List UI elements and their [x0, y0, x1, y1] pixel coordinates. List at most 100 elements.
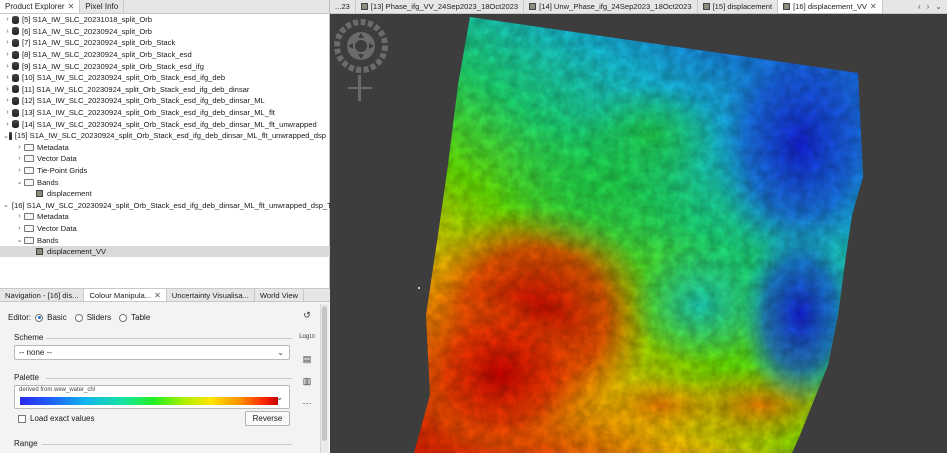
left-tab-1[interactable]: Pixel Info — [80, 0, 125, 13]
chevron-right-icon[interactable]: › — [15, 167, 24, 174]
close-icon[interactable]: ✕ — [154, 291, 161, 300]
panel-scrollbar[interactable] — [320, 304, 328, 453]
tree-node-label: Vector Data — [37, 154, 77, 164]
image-view-icon — [360, 3, 368, 10]
chevron-right-icon[interactable]: › — [3, 109, 12, 116]
tree-node-label: displacement — [47, 189, 92, 199]
image-tab-3[interactable]: [15] displacement — [698, 0, 779, 13]
chevron-right-icon[interactable]: › — [3, 16, 12, 23]
tree-node[interactable]: › [9] S1A_IW_SLC_20230924_split_Orb_Stack… — [0, 60, 330, 72]
tree-node-label: displacement_VV — [47, 247, 107, 257]
table-radio[interactable] — [119, 313, 128, 322]
tree-node-label: [11] S1A_IW_SLC_20230924_split_Orb_Stack… — [22, 84, 250, 94]
tree-node-label: [9] S1A_IW_SLC_20230924_split_Orb_Stack_… — [22, 61, 204, 71]
chevron-right-icon[interactable]: › — [3, 121, 12, 128]
scrollbar-thumb[interactable] — [322, 306, 327, 441]
tool-tab-3[interactable]: World View — [255, 289, 305, 301]
chevron-right-icon[interactable]: › — [3, 74, 12, 81]
close-icon[interactable]: ✕ — [870, 2, 877, 11]
sliders-radio[interactable] — [74, 313, 83, 322]
scheme-group-title: Scheme — [14, 333, 44, 342]
chevron-right-icon[interactable]: › — [3, 51, 12, 58]
tree-node[interactable]: › [5] S1A_IW_SLC_20231018_split_Orb — [0, 14, 330, 26]
chevron-right-icon[interactable]: › — [15, 155, 24, 162]
load-exact-checkbox[interactable] — [18, 414, 26, 423]
chevron-right-icon[interactable]: › — [15, 225, 24, 232]
chevron-left-icon[interactable]: ‹ — [918, 2, 921, 11]
basic-radio[interactable] — [35, 313, 44, 322]
tree-node[interactable]: › [14] S1A_IW_SLC_20230924_split_Orb_Stac… — [0, 118, 330, 130]
tree-node[interactable]: › Vector Data — [0, 223, 330, 235]
sliders-label: Sliders — [86, 313, 112, 322]
chevron-right-icon[interactable]: › — [15, 213, 24, 220]
tree-node-label: Bands — [37, 177, 59, 187]
tree-node[interactable]: displacement_VV — [0, 245, 330, 258]
load-exact-label: Load exact values — [30, 414, 95, 423]
import-icon[interactable]: ▤ — [300, 352, 314, 366]
image-tab-label: [13] Phase_ifg_VV_24Sep2023_18Oct2023 — [370, 2, 519, 11]
tool-window-tabbar: Navigation - [16] dis... Colour Manipula.… — [0, 288, 330, 302]
tree-node-label: Metadata — [37, 142, 69, 152]
tool-tab-1[interactable]: Colour Manipula... ✕ — [84, 289, 167, 301]
chevron-down-icon: ⌄ — [276, 393, 283, 402]
chevron-right-icon[interactable]: › — [3, 63, 12, 70]
tree-node[interactable]: › [10] S1A_IW_SLC_20230924_split_Orb_Stac… — [0, 72, 330, 84]
tree-node[interactable]: ⌄ [15] S1A_IW_SLC_20230924_split_Orb_Stac… — [0, 130, 330, 142]
reverse-button[interactable]: Reverse — [245, 411, 290, 426]
tree-node-label: [14] S1A_IW_SLC_20230924_split_Orb_Stack… — [22, 119, 317, 129]
image-tab-2[interactable]: [14] Unw_Phase_ifg_24Sep2023_18Oct2023 — [524, 0, 698, 13]
chevron-down-icon[interactable]: ⌄ — [3, 132, 9, 140]
tool-tab-0[interactable]: Navigation - [16] dis... — [0, 289, 85, 301]
image-canvas[interactable] — [330, 15, 947, 453]
folder-icon — [24, 143, 34, 151]
folder-icon — [24, 155, 34, 163]
chevron-right-icon[interactable]: › — [3, 86, 12, 93]
tree-node[interactable]: › [12] S1A_IW_SLC_20230924_split_Orb_Stac… — [0, 95, 330, 107]
table-label: Table — [131, 313, 151, 322]
chevron-right-icon[interactable]: › — [3, 97, 12, 104]
image-view-icon — [529, 3, 537, 10]
tree-node[interactable]: › Vector Data — [0, 153, 330, 165]
chevron-down-icon[interactable]: ⌄ — [15, 178, 24, 186]
chevron-down-icon[interactable]: ⌄ — [3, 201, 9, 209]
scheme-dropdown[interactable]: -- none -- ⌄ — [14, 345, 290, 360]
reset-icon[interactable]: ↺ — [300, 308, 314, 322]
chevron-right-icon[interactable]: › — [3, 39, 12, 46]
chevron-right-icon[interactable]: › — [3, 28, 12, 35]
image-view-icon — [702, 3, 710, 10]
tree-node[interactable]: › [6] S1A_IW_SLC_20230924_split_Orb — [0, 26, 330, 38]
tree-node[interactable]: displacement — [0, 188, 330, 200]
image-tab-0[interactable]: ...23 — [330, 0, 356, 13]
export-icon[interactable]: ▥ — [300, 374, 314, 388]
chevron-right-icon[interactable]: › — [927, 2, 930, 11]
more-icon[interactable]: ⋯ — [300, 396, 314, 410]
palette-dropdown[interactable]: derived from wew_water_chl ⌄ — [14, 385, 290, 409]
tree-node[interactable]: ⌄ Bands — [0, 234, 330, 246]
tree-node[interactable]: › [11] S1A_IW_SLC_20230924_split_Orb_Stac… — [0, 84, 330, 96]
left-tab-0[interactable]: Product Explorer ✕ — [0, 0, 81, 13]
image-tab-4[interactable]: [16] displacement_VV ✕ — [778, 0, 883, 13]
left-panel: Product Explorer ✕ Pixel Info › [5] S1A_IW_… — [0, 0, 330, 453]
tree-node[interactable]: › Tie-Point Grids — [0, 165, 330, 177]
close-icon[interactable]: ✕ — [68, 2, 75, 11]
tree-node[interactable]: › [7] S1A_IW_SLC_20230924_split_Orb_Stack — [0, 37, 330, 49]
tool-tab-2[interactable]: Uncertainty Visualisa... — [167, 289, 255, 301]
tree-node[interactable]: › [8] S1A_IW_SLC_20230924_split_Orb_Stack… — [0, 49, 330, 61]
image-tab-1[interactable]: [13] Phase_ifg_VV_24Sep2023_18Oct2023 — [356, 0, 525, 13]
range-group-title: Range — [14, 439, 38, 448]
log10-icon[interactable]: Log 10 — [299, 330, 315, 344]
tree-node-label: [15] S1A_IW_SLC_20230924_split_Orb_Stack… — [14, 131, 326, 141]
chevron-right-icon[interactable]: › — [15, 144, 24, 151]
tree-node[interactable]: ⌄ [16] S1A_IW_SLC_20230924_split_Orb_Stac… — [0, 200, 330, 212]
chevron-down-icon[interactable]: ⌄ — [935, 2, 942, 11]
tree-node[interactable]: ⌄ Bands — [0, 176, 330, 188]
band-icon — [36, 190, 43, 198]
product-icon — [12, 15, 19, 24]
tree-node-label: [6] S1A_IW_SLC_20230924_split_Orb — [22, 26, 153, 36]
editor-mode-row: Editor: Basic Sliders Table — [8, 313, 150, 322]
range-divider — [42, 444, 292, 445]
tree-node[interactable]: › Metadata — [0, 211, 330, 223]
tree-node[interactable]: › [13] S1A_IW_SLC_20230924_split_Orb_Stac… — [0, 107, 330, 119]
chevron-down-icon[interactable]: ⌄ — [15, 236, 24, 244]
tree-node[interactable]: › Metadata — [0, 142, 330, 154]
